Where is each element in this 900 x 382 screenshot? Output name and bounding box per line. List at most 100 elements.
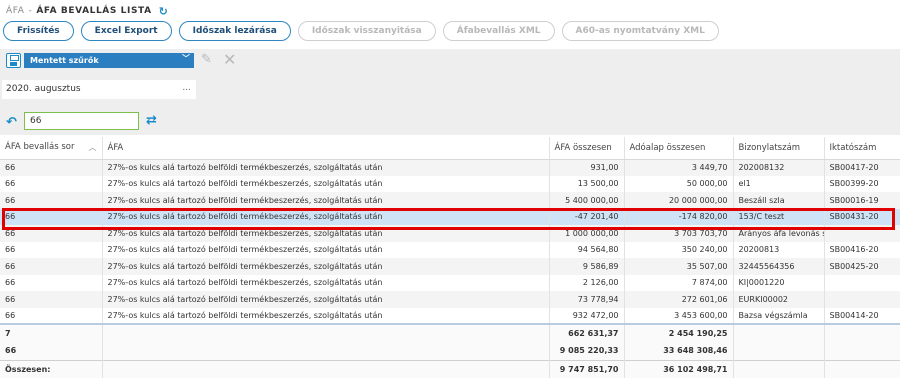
- cell-base-total: 3 449,70: [624, 159, 734, 176]
- refresh-button[interactable]: Frissítés: [3, 21, 74, 41]
- breadcrumb-separator: -: [28, 6, 33, 16]
- chevron-down-icon: ﹀: [182, 54, 190, 63]
- cell-vat-description: 27%-os kulcs alá tartozó belföldi termék…: [102, 208, 550, 225]
- summary-file-number: [824, 359, 900, 378]
- summary-vat-total: 662 631,37: [549, 323, 625, 342]
- summary-vat-description: [102, 323, 550, 342]
- saved-filters-dropdown[interactable]: Mentett szűrők ﹀: [24, 53, 194, 68]
- cell-vat-description: 27%-os kulcs alá tartozó belföldi termék…: [102, 274, 550, 291]
- cell-vat-total: 9 586,89: [549, 258, 625, 275]
- cell-file-number: SB00016-19: [824, 192, 900, 209]
- table-row[interactable]: 66 27%-os kulcs alá tartozó belföldi term…: [0, 175, 900, 192]
- table-row[interactable]: 66 27%-os kulcs alá tartozó belföldi term…: [0, 241, 900, 258]
- cell-document-number: Bazsa végszámla: [733, 307, 825, 324]
- period-selector[interactable]: 2020. augusztus ...: [2, 80, 196, 99]
- summary-row: 7 662 631,37 2 454 190,25: [0, 323, 900, 342]
- table-row[interactable]: 66 27%-os kulcs alá tartozó belföldi term…: [0, 274, 900, 291]
- page-header: ÁFA - ÁFA BEVALLÁS LISTA ↻: [6, 4, 169, 18]
- table-row[interactable]: 66 27%-os kulcs alá tartozó belföldi term…: [0, 291, 900, 308]
- cell-vat-total: 931,00: [549, 159, 625, 176]
- column-header-vat[interactable]: ÁFA: [102, 137, 550, 160]
- vat-return-xml-button[interactable]: Áfabevallás XML: [442, 21, 555, 41]
- cell-vat-line: 66: [0, 208, 103, 225]
- cell-file-number: SB00414-20: [824, 307, 900, 324]
- column-header-vat-line[interactable]: ÁFA bevallás sor ︿: [0, 137, 103, 160]
- cell-document-number: EURKI00002: [733, 291, 825, 308]
- cell-vat-description: 27%-os kulcs alá tartozó belföldi termék…: [102, 241, 550, 258]
- swap-icon[interactable]: ⇄: [146, 113, 157, 128]
- summary-base-total: 33 648 308,46: [624, 342, 734, 360]
- table-row[interactable]: 66 27%-os kulcs alá tartozó belföldi term…: [0, 225, 900, 242]
- table-row[interactable]: 66 27%-os kulcs alá tartozó belföldi term…: [0, 159, 900, 176]
- summary-vat-line: Összesen:: [0, 359, 103, 378]
- cell-vat-line: 66: [0, 258, 103, 275]
- save-filter-icon[interactable]: [6, 53, 21, 68]
- breadcrumb-parent[interactable]: ÁFA: [6, 6, 24, 16]
- cell-vat-line: 66: [0, 175, 103, 192]
- column-header-vat-total[interactable]: ÁFA összesen: [549, 137, 625, 160]
- cell-vat-line: 66: [0, 192, 103, 209]
- saved-filters-label: Mentett szűrők: [30, 56, 99, 65]
- summary-base-total: 2 454 190,25: [624, 323, 734, 342]
- cell-file-number: SB00399-20: [824, 175, 900, 192]
- summary-vat-total: 9 747 851,70: [549, 359, 625, 378]
- cell-vat-total: 13 500,00: [549, 175, 625, 192]
- table-row[interactable]: 66 27%-os kulcs alá tartozó belföldi term…: [0, 258, 900, 275]
- close-icon[interactable]: ✕: [223, 50, 236, 69]
- cell-vat-total: 932 472,00: [549, 307, 625, 324]
- cell-document-number: el1: [733, 175, 825, 192]
- sort-asc-icon[interactable]: ︿: [89, 142, 97, 153]
- reset-icon[interactable]: ↶: [6, 115, 17, 130]
- cell-base-total: 20 000 000,00: [624, 192, 734, 209]
- cell-file-number: [824, 225, 900, 242]
- cell-base-total: 3 703 703,70: [624, 225, 734, 242]
- table-row[interactable]: 66 27%-os kulcs alá tartozó belföldi term…: [0, 307, 900, 324]
- cell-base-total: 3 453 600,00: [624, 307, 734, 324]
- table-row[interactable]: 66 27%-os kulcs alá tartozó belföldi term…: [0, 208, 900, 225]
- summary-base-total: 36 102 498,71: [624, 359, 734, 378]
- cell-vat-line: 66: [0, 307, 103, 324]
- search-input[interactable]: [24, 112, 139, 130]
- column-header-document-number[interactable]: Bizonylatszám: [733, 137, 825, 160]
- cell-file-number: SB00417-20: [824, 159, 900, 176]
- cell-vat-line: 66: [0, 291, 103, 308]
- cell-base-total: 50 000,00: [624, 175, 734, 192]
- a60-form-xml-button[interactable]: A60-as nyomtatvány XML: [561, 21, 719, 41]
- cell-document-number: KI|0001220: [733, 274, 825, 291]
- vat-return-table: ÁFA bevallás sor ︿ ÁFA ÁFA összesen Adóal…: [0, 137, 900, 378]
- cell-file-number: SB00416-20: [824, 241, 900, 258]
- excel-export-button[interactable]: Excel Export: [80, 21, 172, 41]
- cell-vat-line: 66: [0, 159, 103, 176]
- cell-vat-line: 66: [0, 225, 103, 242]
- cell-document-number: 20200813: [733, 241, 825, 258]
- cell-document-number: 153/C teszt: [733, 208, 825, 225]
- summary-row: 66 9 085 220,33 33 648 308,46: [0, 342, 900, 360]
- reopen-period-button[interactable]: Időszak visszanyitása: [297, 21, 436, 41]
- cell-vat-total: 73 778,94: [549, 291, 625, 308]
- table-header-row: ÁFA bevallás sor ︿ ÁFA ÁFA összesen Adóal…: [0, 137, 900, 160]
- period-value: 2020. augusztus: [6, 84, 81, 94]
- cell-base-total: -174 820,00: [624, 208, 734, 225]
- column-header-base-total[interactable]: Adóalap összesen: [624, 137, 734, 160]
- column-header-file-number[interactable]: Iktatószám: [824, 137, 900, 160]
- period-more-button[interactable]: ...: [182, 83, 191, 93]
- summary-file-number: [824, 323, 900, 342]
- refresh-icon[interactable]: ↻: [159, 5, 169, 18]
- summary-vat-line: 7: [0, 323, 103, 342]
- cell-base-total: 272 601,06: [624, 291, 734, 308]
- cell-file-number: [824, 291, 900, 308]
- filter-panel: Mentett szűrők ﹀ ✎ ✕ 2020. augusztus ...…: [0, 49, 900, 135]
- summary-document-number: [733, 359, 825, 378]
- cell-vat-description: 27%-os kulcs alá tartozó belföldi termék…: [102, 225, 550, 242]
- table-row[interactable]: 66 27%-os kulcs alá tartozó belföldi term…: [0, 192, 900, 209]
- cell-vat-line: 66: [0, 241, 103, 258]
- summary-vat-description: [102, 342, 550, 360]
- summary-document-number: [733, 323, 825, 342]
- edit-icon[interactable]: ✎: [201, 52, 212, 67]
- cell-vat-description: 27%-os kulcs alá tartozó belföldi termék…: [102, 192, 550, 209]
- cell-file-number: SB00431-20: [824, 208, 900, 225]
- close-period-button[interactable]: Időszak lezárása: [178, 21, 291, 41]
- cell-vat-total: 94 564,80: [549, 241, 625, 258]
- summary-vat-description: [102, 359, 550, 378]
- cell-vat-description: 27%-os kulcs alá tartozó belföldi termék…: [102, 175, 550, 192]
